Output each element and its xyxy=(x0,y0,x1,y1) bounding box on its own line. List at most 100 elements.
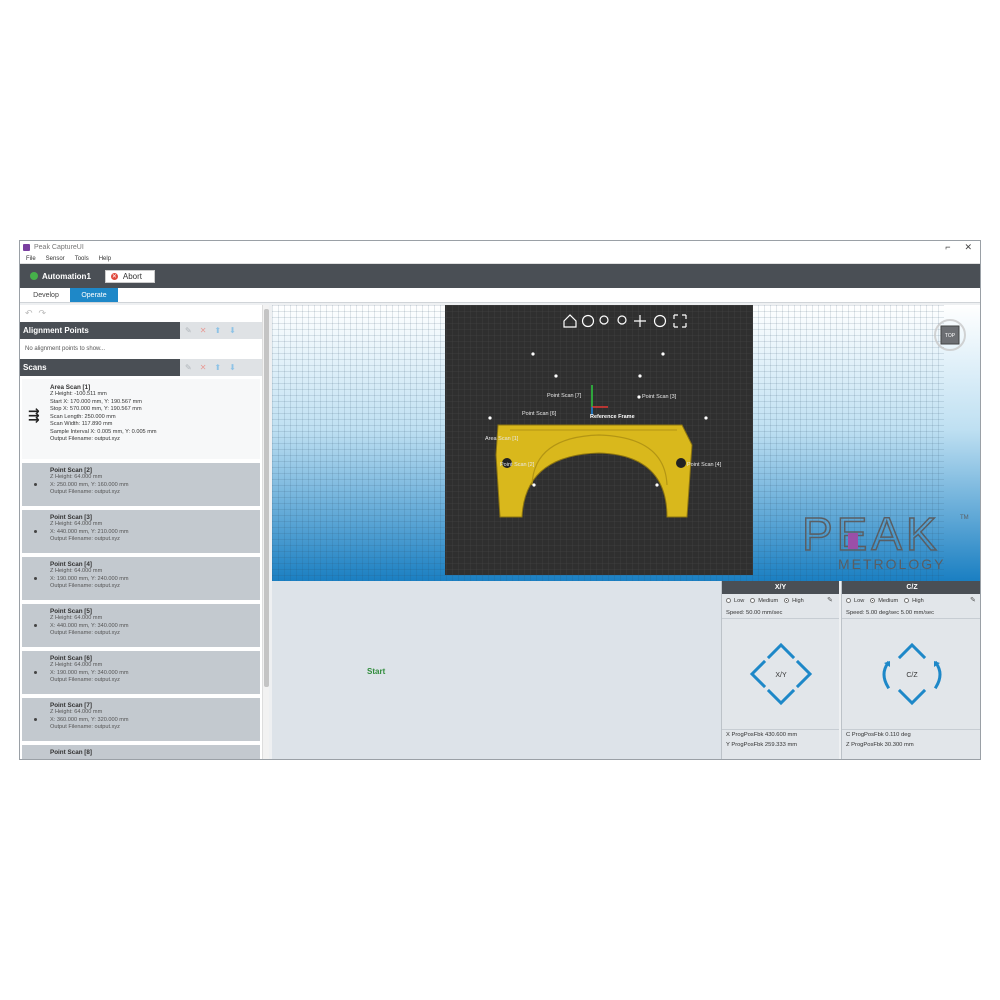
xy-option-low: Low xyxy=(734,597,745,604)
undo-icon[interactable]: ↶ xyxy=(25,308,33,319)
bullet-icon xyxy=(34,577,37,580)
bullet-icon xyxy=(34,718,37,721)
jog-up-arrow-icon[interactable] xyxy=(766,642,796,660)
edit-alignment-icon[interactable]: ✎ xyxy=(185,326,192,335)
cz-radio-medium[interactable] xyxy=(870,598,876,603)
rotate-ccw-icon[interactable] xyxy=(882,660,891,690)
cz-radio-low[interactable] xyxy=(846,598,851,603)
edit-scan-icon[interactable]: ✎ xyxy=(185,363,192,372)
scan-detail: Sample Interval X: 0.005 mm, Y: 0.005 mm xyxy=(50,428,157,435)
rotate-cw-icon[interactable] xyxy=(933,660,942,690)
close-button[interactable]: ✕ xyxy=(964,242,972,253)
scan-item-point-6[interactable]: Point Scan [6] Z Height: 64.000 mm X: 19… xyxy=(22,651,260,694)
menu-file[interactable]: File xyxy=(26,256,36,262)
undo-toolbar: ↶ ↷ xyxy=(20,305,262,322)
scans-header: Scans ✎ ✕ ⬆ ⬇ xyxy=(20,359,262,376)
viewport-label-point-2: Point Scan [2] xyxy=(500,462,535,468)
viewport-label-area-1: Area Scan [1] xyxy=(485,436,519,442)
scan-detail: Output Filename: output.xyz xyxy=(50,489,120,495)
delete-alignment-icon[interactable]: ✕ xyxy=(200,326,207,335)
menu-sensor[interactable]: Sensor xyxy=(46,256,65,262)
scan-name: Point Scan [2] xyxy=(50,467,92,474)
jog-right-arrow-icon[interactable] xyxy=(795,659,813,689)
scan-detail: Output Filename: output.xyz xyxy=(50,677,120,683)
start-button[interactable]: Start xyxy=(367,667,385,676)
scan-detail: Z Height: 64.000 mm xyxy=(50,521,103,527)
status-ok-icon xyxy=(30,272,38,280)
alignment-empty-text: No alignment points to show... xyxy=(25,346,106,352)
scan-name: Point Scan [8] xyxy=(50,749,92,756)
scan-item-point-5[interactable]: Point Scan [5] Z Height: 64.000 mm X: 44… xyxy=(22,604,260,647)
delete-scan-icon[interactable]: ✕ xyxy=(200,363,207,372)
scan-item-point-3[interactable]: Point Scan [3] Z Height: 64.000 mm X: 44… xyxy=(22,510,260,553)
scan-item-area-1[interactable]: ⇶ Area Scan [1] Z Height: -100.511 mm St… xyxy=(22,379,260,459)
xy-position-readout: X ProgPosFbk 430.600 mm Y ProgPosFbk 259… xyxy=(722,729,839,750)
xy-radio-low[interactable] xyxy=(726,598,731,603)
minimize-button[interactable]: ⌐ xyxy=(945,242,950,253)
cz-option-high: High xyxy=(912,597,924,604)
tab-operate[interactable]: Operate xyxy=(70,288,118,302)
scrollbar-thumb[interactable] xyxy=(264,309,269,687)
3d-viewport[interactable]: TOP Point Scan [7] Point Scan [6] Point … xyxy=(272,305,980,581)
c-position: C ProgPosFbk 0.110 deg xyxy=(846,732,911,738)
scan-detail: X: 250.000 mm, Y: 160.000 mm xyxy=(50,481,129,488)
scan-list: ⇶ Area Scan [1] Z Height: -100.511 mm St… xyxy=(20,376,262,759)
cz-jog-pad[interactable]: C/Z xyxy=(842,619,980,729)
menu-tools[interactable]: Tools xyxy=(75,256,89,262)
scan-detail: Output Filename: output.xyz xyxy=(50,436,120,442)
pencil-icon[interactable]: ✎ xyxy=(827,596,833,604)
cz-speed-readout: Speed: 5.00 deg/sec 5.00 mm/sec xyxy=(842,607,980,619)
app-window: Peak CaptureUI ⌐ ✕ File Sensor Tools Hel… xyxy=(19,240,981,760)
move-up-alignment-icon[interactable]: ⬆ xyxy=(214,326,221,335)
xy-speed-readout: Speed: 50.00 mm/sec xyxy=(722,607,839,619)
jog-z-up-arrow-icon[interactable] xyxy=(897,642,927,660)
tab-develop[interactable]: Develop xyxy=(22,288,70,302)
rotate-arrowheads-icon xyxy=(884,661,940,667)
redo-icon[interactable]: ↷ xyxy=(39,308,47,319)
scan-name: Point Scan [4] xyxy=(50,561,92,568)
pencil-icon[interactable]: ✎ xyxy=(970,596,976,604)
scan-item-point-7[interactable]: Point Scan [7] Z Height: 64.000 mm X: 36… xyxy=(22,698,260,741)
x-position: X ProgPosFbk 430.600 mm xyxy=(726,732,798,738)
cz-pad-label: C/Z xyxy=(906,672,918,679)
scan-detail: Z Height: 64.000 mm xyxy=(50,474,103,480)
z-position: Z ProgPosFbk 30.300 mm xyxy=(846,742,914,748)
current-step-icon: ⇶ xyxy=(28,407,40,423)
xy-radio-medium[interactable] xyxy=(750,598,756,603)
jog-left-arrow-icon[interactable] xyxy=(749,659,767,689)
abort-label: Abort xyxy=(122,271,143,281)
xy-radio-high[interactable] xyxy=(784,598,790,603)
jog-down-arrow-icon[interactable] xyxy=(766,688,796,706)
xy-option-medium: Medium xyxy=(758,597,779,604)
bullet-icon xyxy=(34,483,37,486)
menu-bar: File Sensor Tools Help xyxy=(20,254,980,264)
scan-detail: Output Filename: output.xyz xyxy=(50,630,120,636)
abort-button[interactable]: ✕ Abort xyxy=(104,269,155,283)
cz-radio-high[interactable] xyxy=(904,598,910,603)
scan-detail: Scan Length: 250.000 mm xyxy=(50,413,116,420)
cz-option-low: Low xyxy=(854,597,865,604)
bullet-icon xyxy=(34,530,37,533)
menu-help[interactable]: Help xyxy=(99,256,111,262)
cz-panel-title: C/Z xyxy=(842,581,980,594)
scan-name: Area Scan [1] xyxy=(50,384,91,391)
scan-list-scrollbar[interactable] xyxy=(262,305,269,759)
jog-z-down-arrow-icon[interactable] xyxy=(897,688,927,706)
scan-item-point-4[interactable]: Point Scan [4] Z Height: 64.000 mm X: 19… xyxy=(22,557,260,600)
scan-detail: Scan Width: 117.890 mm xyxy=(50,421,113,427)
move-up-scan-icon[interactable]: ⬆ xyxy=(214,363,221,372)
automation-bar: Automation1 ✕ Abort xyxy=(20,264,980,288)
scan-name: Point Scan [6] xyxy=(50,655,92,662)
scan-item-point-8[interactable]: Point Scan [8] xyxy=(22,745,260,759)
viewport-label-point-3: Point Scan [3] xyxy=(642,394,677,400)
app-logo-icon xyxy=(23,244,30,251)
xy-jog-pad[interactable]: X/Y xyxy=(722,619,839,729)
move-down-scan-icon[interactable]: ⬇ xyxy=(229,363,236,372)
alignment-header: Alignment Points ✎ ✕ ⬆ ⬇ xyxy=(20,322,262,339)
move-down-alignment-icon[interactable]: ⬇ xyxy=(229,326,236,335)
close-circle-icon: ✕ xyxy=(110,272,118,280)
scan-detail: Start X: 170.000 mm, Y: 190.567 mm xyxy=(50,398,142,405)
cz-position-readout: C ProgPosFbk 0.110 deg Z ProgPosFbk 30.3… xyxy=(842,729,980,750)
scan-detail: Stop X: 570.000 mm, Y: 190.567 mm xyxy=(50,406,142,412)
scan-item-point-2[interactable]: Point Scan [2] Z Height: 64.000 mm X: 25… xyxy=(22,463,260,506)
